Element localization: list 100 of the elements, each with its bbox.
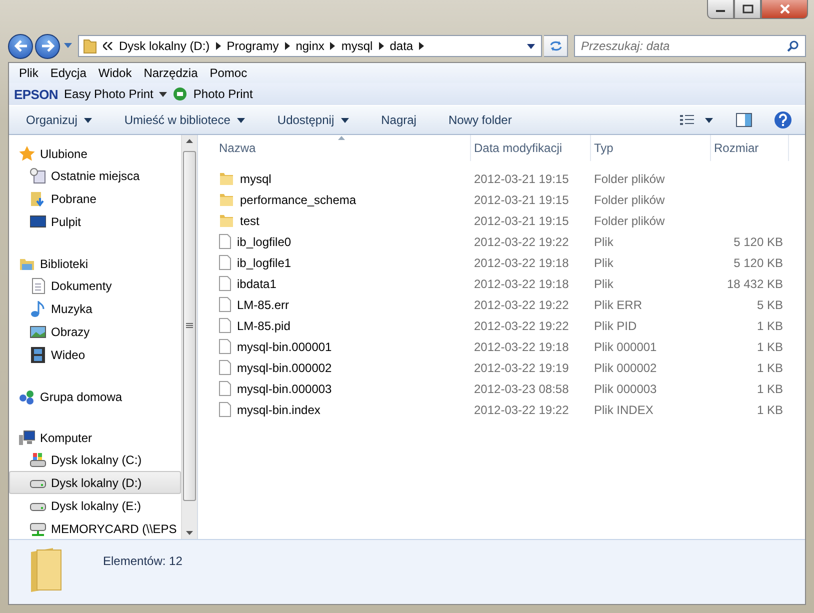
file-icon (219, 360, 231, 375)
file-name[interactable]: LM-85.pid (237, 318, 290, 332)
type-cell: Folder plików (594, 172, 665, 186)
sidebar-item[interactable]: Dokumenty (9, 274, 181, 297)
sidebar-item[interactable]: Obrazy (9, 320, 181, 343)
type-cell: Plik INDEX (594, 402, 654, 416)
toolbar-button[interactable]: Nowy folder (437, 110, 523, 130)
column-header[interactable]: Typ (591, 135, 711, 161)
toolbar-link[interactable]: Photo Print (193, 87, 253, 101)
help-icon (774, 111, 792, 129)
menu-item[interactable]: Widok (92, 66, 138, 80)
file-name[interactable]: mysql-bin.000001 (237, 340, 332, 354)
date-cell: 2012-03-23 08:58 (474, 382, 569, 396)
file-name[interactable]: performance_schema (240, 192, 356, 206)
sidebar-item[interactable]: Muzyka (9, 297, 181, 320)
type-cell: Plik PID (594, 318, 637, 332)
date-cell: 2012-03-22 19:18 (474, 340, 569, 354)
scroll-down-icon[interactable] (186, 531, 193, 535)
file-name[interactable]: mysql-bin.index (237, 402, 320, 416)
toolbar-button[interactable]: Umieść w bibliotece (113, 110, 256, 130)
arrow-right-icon[interactable] (216, 42, 221, 50)
forward-button[interactable] (35, 34, 60, 58)
maximize-button[interactable] (734, 0, 761, 19)
file-name[interactable]: LM-85.err (237, 298, 290, 312)
back-button[interactable] (8, 34, 33, 58)
file-name[interactable]: ib_logfile1 (237, 256, 292, 270)
column-header[interactable]: Data modyfikacji (471, 135, 591, 161)
sidebar-item[interactable]: Dysk lokalny (E:) (9, 494, 181, 517)
minimize-button[interactable] (707, 0, 734, 19)
file-name[interactable]: mysql (240, 172, 272, 186)
menu-item[interactable]: Plik (13, 66, 44, 80)
type-cell: Plik (594, 276, 614, 290)
arrow-right-icon[interactable] (419, 42, 424, 50)
file-name[interactable]: ibdata1 (237, 276, 276, 290)
sidebar-item[interactable]: Wideo (9, 343, 181, 366)
breadcrumb-item[interactable]: mysql (341, 39, 373, 53)
network-group-icon (19, 388, 35, 404)
sidebar-item[interactable]: MEMORYCARD (\\EPS (9, 517, 181, 539)
date-cell: 2012-03-21 19:15 (474, 214, 569, 228)
file-name[interactable]: ib_logfile0 (237, 234, 292, 248)
address-bar[interactable]: Dysk lokalny (D:) Programy nginx mysql data (78, 35, 542, 57)
size-cell: 1 KB (756, 360, 783, 374)
sidebar-group[interactable]: Komputer (19, 427, 181, 448)
breadcrumb-item[interactable]: Dysk lokalny (D:) (119, 39, 210, 53)
sidebar-item[interactable]: Pulpit (9, 210, 181, 233)
sidebar-item[interactable]: Pobrane (9, 187, 181, 210)
sidebar-group[interactable]: Grupa domowa (19, 386, 181, 407)
sidebar-item[interactable]: Dysk lokalny (D:) (9, 471, 181, 494)
search-icon (787, 40, 799, 52)
file-name[interactable]: mysql-bin.000002 (237, 360, 332, 374)
sidebar-group[interactable]: Ulubione (19, 143, 181, 164)
desktop-icon (30, 214, 46, 230)
breadcrumb-item[interactable]: data (390, 39, 414, 53)
folder-icon (219, 192, 234, 206)
folder-icon (83, 38, 97, 54)
file-icon (219, 381, 231, 396)
dropdown-icon[interactable] (159, 92, 168, 96)
toolbar-button[interactable]: Nagraj (370, 110, 428, 130)
date-cell: 2012-03-22 19:18 (474, 276, 569, 290)
menu-item[interactable]: Pomoc (204, 66, 254, 80)
close-button[interactable] (761, 0, 808, 19)
sidebar-item[interactable]: Dysk lokalny (C:) (9, 448, 181, 471)
item-count: Elementów: 12 (103, 554, 182, 568)
arrow-right-icon[interactable] (378, 42, 384, 50)
sidebar-item[interactable]: Ostatnie miejsca (9, 164, 181, 187)
type-cell: Plik 000002 (594, 360, 657, 374)
arrow-right-icon[interactable] (284, 42, 290, 50)
music-note-icon (30, 300, 46, 316)
type-cell: Plik 000001 (594, 340, 657, 354)
network-drive-icon (30, 520, 46, 536)
type-cell: Plik 000003 (594, 382, 657, 396)
breadcrumb-item[interactable]: Programy (226, 39, 279, 53)
history-dropdown-icon[interactable] (64, 43, 72, 49)
pane-icon (736, 113, 752, 127)
column-header[interactable]: Rozmiar (711, 135, 789, 161)
date-cell: 2012-03-22 19:22 (474, 318, 569, 332)
menu-item[interactable]: Edycja (44, 66, 92, 80)
file-name[interactable]: mysql-bin.000003 (237, 382, 332, 396)
dropdown-icon[interactable] (527, 44, 535, 48)
file-icon (219, 297, 231, 312)
toolbar-button[interactable]: Organizuj (15, 110, 104, 130)
document-icon (30, 278, 46, 294)
toolbar-link[interactable]: Easy Photo Print (64, 87, 154, 101)
size-cell: 1 KB (756, 382, 783, 396)
chevron-left-icon[interactable] (103, 42, 113, 50)
file-name[interactable]: test (240, 214, 260, 228)
film-icon (30, 346, 46, 362)
menu-item[interactable]: Narzędzia (138, 66, 204, 80)
scroll-up-icon[interactable] (186, 139, 193, 143)
type-cell: Folder plików (594, 214, 665, 228)
dropdown-icon (341, 118, 350, 122)
scrollbar[interactable] (181, 135, 197, 539)
recent-places-icon (30, 168, 46, 184)
refresh-button[interactable] (544, 35, 568, 57)
date-cell: 2012-03-22 19:19 (474, 360, 569, 374)
breadcrumb-item[interactable]: nginx (296, 39, 324, 53)
toolbar-button[interactable]: Udostępnij (266, 110, 360, 130)
sidebar-group[interactable]: Biblioteki (19, 253, 181, 274)
search-field[interactable]: Przeszukaj: data (574, 35, 806, 57)
arrow-right-icon[interactable] (330, 42, 336, 50)
